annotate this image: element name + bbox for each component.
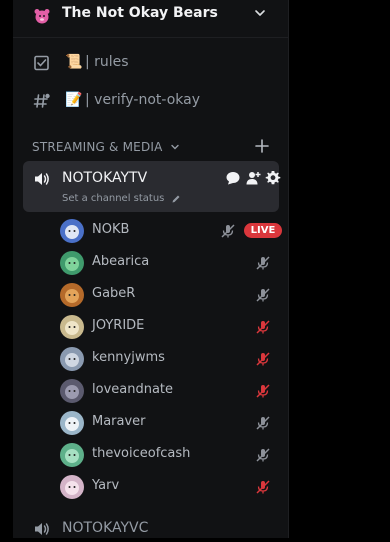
chat-bubble-icon[interactable] (225, 170, 241, 186)
voice-user-loveandnate[interactable]: loveandnate (60, 376, 286, 406)
voice-channel-name: NOTOKAYTV (62, 170, 148, 186)
voice-user-thevoiceofcash[interactable]: thevoiceofcash (60, 440, 286, 470)
gear-icon[interactable] (265, 170, 281, 186)
mic-muted-red-icon (256, 320, 270, 334)
channel-verify-not-okay[interactable]: 📝 | verify-not-okay (13, 86, 288, 116)
mic-muted-red-icon (256, 352, 270, 366)
channel-status-prompt[interactable]: Set a channel status (62, 193, 164, 204)
server-header[interactable]: The Not Okay Bears (13, 0, 288, 38)
channel-sidebar: The Not Okay Bears 📜 | rules 📝 | verify-… (13, 0, 289, 538)
outer-strip (0, 0, 13, 538)
voice-user-yarv[interactable]: Yarv (60, 472, 286, 502)
add-channel-plus-icon[interactable] (254, 138, 270, 154)
username: loveandnate (92, 382, 174, 397)
right-empty-area (289, 0, 390, 538)
category-streaming-media[interactable]: STREAMING & MEDIA (32, 139, 282, 157)
username: Yarv (92, 478, 120, 493)
voice-user-abearica[interactable]: Abearica (60, 248, 286, 278)
voice-user-kennyjwms[interactable]: kennyjwms (60, 344, 286, 374)
channel-rules[interactable]: 📜 | rules (13, 48, 288, 78)
invite-user-icon[interactable] (245, 170, 261, 186)
voice-channel-notokaytv[interactable]: NOTOKAYTV Set a channel status (23, 161, 281, 212)
category-label: STREAMING & MEDIA (32, 140, 163, 154)
username: JOYRIDE (92, 318, 145, 333)
username: GabeR (92, 286, 136, 301)
username: kennyjwms (92, 350, 165, 365)
mic-muted-icon (221, 224, 235, 238)
voice-user-nokb[interactable]: NOKB LIVE (60, 216, 286, 246)
server-bear-icon (34, 9, 50, 24)
avatar (60, 251, 84, 275)
live-badge: LIVE (244, 223, 282, 238)
hashtag-lock-icon (33, 93, 50, 108)
voice-channel-notokayvc[interactable]: NOTOKAYVC (13, 518, 288, 542)
voice-channel-name: NOTOKAYVC (62, 520, 149, 536)
pencil-icon[interactable] (171, 194, 181, 204)
voice-user-maraver[interactable]: Maraver (60, 408, 286, 438)
voice-user-gaber[interactable]: GabeR (60, 280, 286, 310)
username: NOKB (92, 222, 130, 237)
avatar (60, 379, 84, 403)
mic-muted-icon (256, 288, 270, 302)
mic-muted-red-icon (256, 384, 270, 398)
avatar (60, 219, 84, 243)
chevron-down-icon (171, 144, 179, 150)
avatar (60, 475, 84, 499)
channel-name-verify: | verify-not-okay (85, 92, 201, 108)
username: Maraver (92, 414, 146, 429)
avatar (60, 443, 84, 467)
speaker-icon (35, 173, 49, 185)
avatar (60, 283, 84, 307)
speaker-icon (35, 523, 49, 535)
avatar (60, 411, 84, 435)
chevron-down-icon[interactable] (253, 6, 267, 20)
channel-name-rules: | rules (85, 54, 129, 70)
mic-muted-red-icon (256, 480, 270, 494)
mic-muted-icon (256, 256, 270, 270)
avatar (60, 315, 84, 339)
memo-emoji: 📝 (65, 92, 83, 108)
rules-channel-icon (34, 55, 49, 71)
server-name: The Not Okay Bears (62, 5, 218, 21)
username: Abearica (92, 254, 150, 269)
mic-muted-icon (256, 448, 270, 462)
scroll-emoji: 📜 (65, 54, 83, 70)
avatar (60, 347, 84, 371)
voice-user-joyride[interactable]: JOYRIDE (60, 312, 286, 342)
mic-muted-icon (256, 416, 270, 430)
username: thevoiceofcash (92, 446, 191, 461)
